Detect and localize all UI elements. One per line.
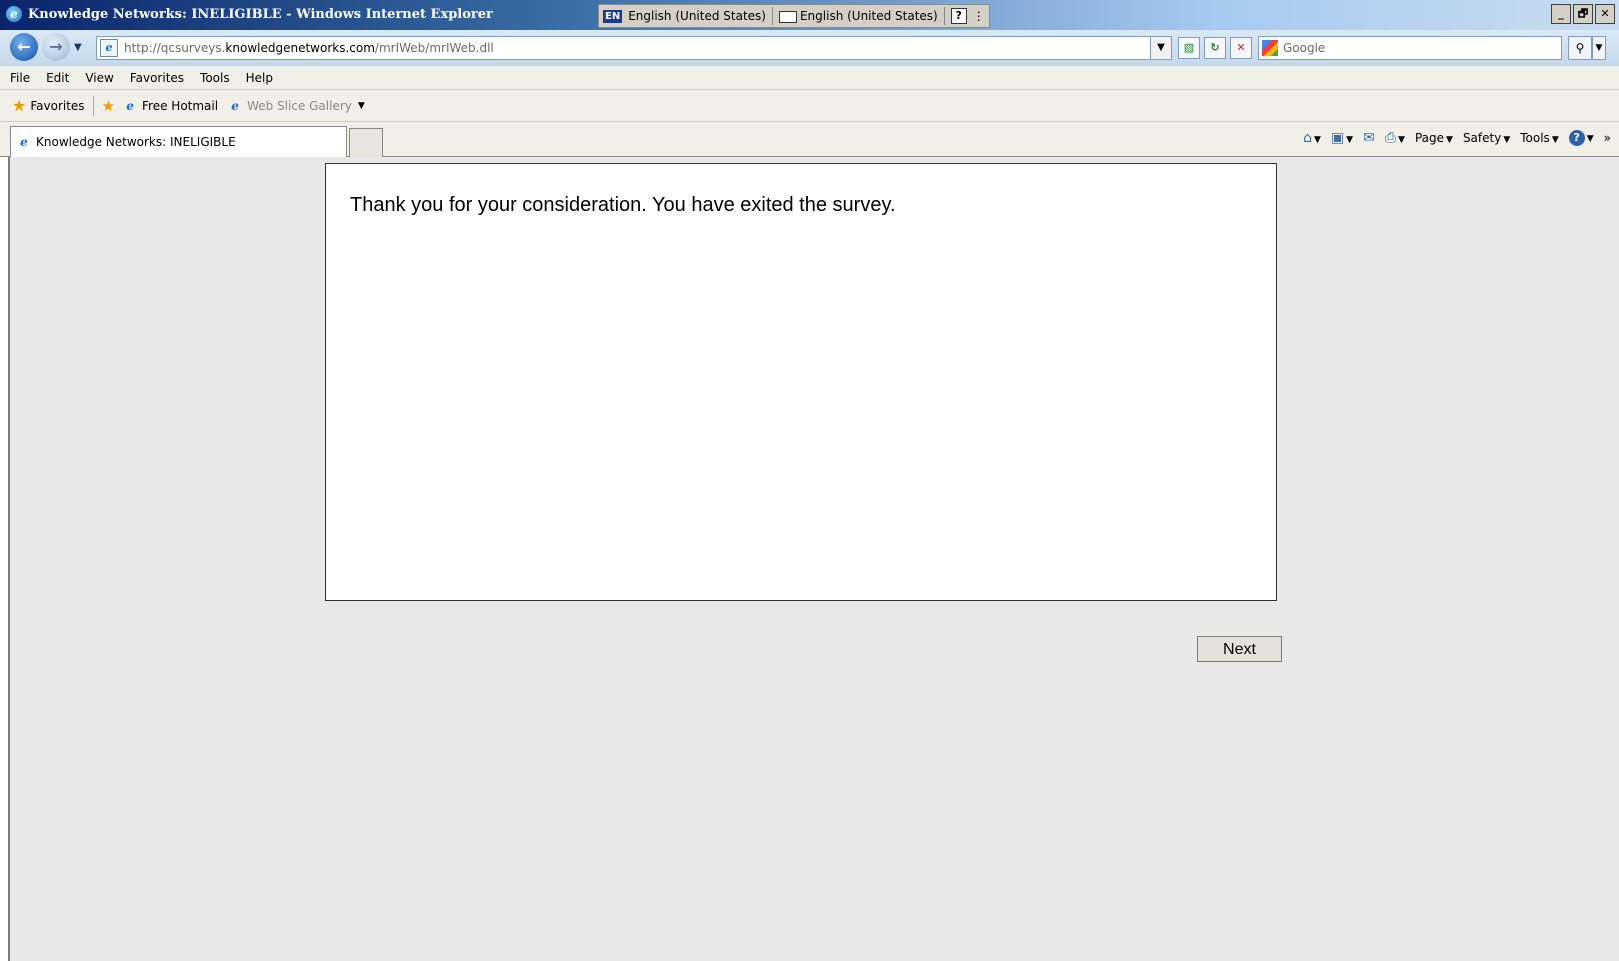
web-slice-ie-icon: e xyxy=(231,98,239,113)
feeds-button[interactable]: ▣ ▼ xyxy=(1331,130,1353,146)
favorites-button[interactable]: Favorites xyxy=(30,99,84,113)
favorite-link-hotmail[interactable]: Free Hotmail xyxy=(142,99,218,113)
window-title: Knowledge Networks: INELIGIBLE - Windows… xyxy=(28,6,493,22)
help-icon: ? xyxy=(1568,130,1585,146)
close-button[interactable]: ✕ xyxy=(1595,4,1615,24)
ie-logo-icon: e xyxy=(6,6,22,22)
minimize-button[interactable]: _ xyxy=(1551,4,1571,24)
tools-menu[interactable]: Tools ▼ xyxy=(1520,131,1558,145)
star-icon: ★ xyxy=(12,96,27,115)
menu-bar: File Edit View Favorites Tools Help xyxy=(0,66,1619,90)
menu-edit[interactable]: Edit xyxy=(46,71,69,85)
toolbar-overflow-button[interactable]: » xyxy=(1604,131,1611,145)
tab-knowledge-networks[interactable]: e Knowledge Networks: INELIGIBLE xyxy=(10,126,347,157)
search-input[interactable]: Google xyxy=(1258,36,1562,60)
survey-panel: Thank you for your consideration. You ha… xyxy=(325,163,1277,601)
menu-favorites[interactable]: Favorites xyxy=(130,71,184,85)
address-dropdown-icon[interactable]: ▼ xyxy=(1150,37,1171,59)
tab-title: Knowledge Networks: INELIGIBLE xyxy=(36,135,236,149)
language-label[interactable]: English (United States) xyxy=(628,9,766,23)
langbar-options-icon[interactable]: ⋮ xyxy=(973,9,985,23)
search-placeholder: Google xyxy=(1283,41,1326,55)
favorites-bar: ★ Favorites ★ e Free Hotmail e Web Slice… xyxy=(0,90,1619,122)
home-icon: ⌂ xyxy=(1303,130,1313,146)
page-menu[interactable]: Page ▼ xyxy=(1415,131,1453,145)
menu-tools[interactable]: Tools xyxy=(200,71,230,85)
language-bar[interactable]: EN English (United States) English (Unit… xyxy=(598,4,990,28)
language-badge[interactable]: EN xyxy=(603,9,623,23)
web-slice-chevron-down-icon[interactable]: ▼ xyxy=(358,101,365,111)
favorite-link-web-slice-gallery[interactable]: Web Slice Gallery xyxy=(247,99,352,113)
title-bar: e Knowledge Networks: INELIGIBLE - Windo… xyxy=(0,0,1619,30)
maximize-button[interactable]: 🗗 xyxy=(1573,4,1593,24)
forward-arrow-icon[interactable]: → xyxy=(42,33,70,61)
keyboard-layout[interactable]: English (United States) xyxy=(778,9,938,23)
google-icon xyxy=(1262,40,1278,56)
tab-row: e Knowledge Networks: INELIGIBLE ⌂ ▼ ▣ ▼ ✉… xyxy=(0,122,1619,157)
safety-menu[interactable]: Safety ▼ xyxy=(1463,131,1510,145)
langbar-help-icon[interactable]: ? xyxy=(950,8,967,24)
menu-file[interactable]: File xyxy=(10,71,30,85)
new-tab-button[interactable] xyxy=(349,128,383,157)
keyboard-icon xyxy=(778,10,797,23)
page-content: Thank you for your consideration. You ha… xyxy=(8,157,1619,961)
search-options-chevron-icon[interactable]: ▼ xyxy=(1592,36,1606,60)
compatibility-icon[interactable]: ▧ xyxy=(1178,37,1200,59)
home-button[interactable]: ⌂ ▼ xyxy=(1303,130,1321,146)
address-url[interactable]: http://qcsurveys.knowledgenetworks.com/m… xyxy=(124,41,494,55)
feed-icon: ▣ xyxy=(1330,130,1345,146)
menu-help[interactable]: Help xyxy=(246,71,273,85)
menu-view[interactable]: View xyxy=(85,71,113,85)
exit-message: Thank you for your consideration. You ha… xyxy=(350,194,896,216)
address-bar[interactable]: e http://qcsurveys.knowledgenetworks.com… xyxy=(96,36,1172,60)
next-button[interactable]: Next xyxy=(1197,636,1282,662)
navigation-bar: ← → ▼ e http://qcsurveys.knowledgenetwor… xyxy=(0,30,1619,67)
print-icon: ⎙ xyxy=(1384,130,1397,146)
hotmail-ie-icon: e xyxy=(126,98,134,113)
add-favorite-icon[interactable]: ★ xyxy=(102,97,115,115)
tab-ie-icon: e xyxy=(20,135,28,149)
back-arrow-icon[interactable]: ← xyxy=(10,33,38,61)
stop-icon[interactable]: ✕ xyxy=(1230,37,1252,59)
recent-pages-chevron-icon[interactable]: ▼ xyxy=(74,42,82,53)
help-menu[interactable]: ? ▼ xyxy=(1568,130,1594,146)
search-icon[interactable]: ⚲ xyxy=(1568,36,1592,60)
command-bar: ⌂ ▼ ▣ ▼ ✉ ⎙ ▼ Page ▼ Safety ▼ Tools ▼ ? ▼ » xyxy=(1303,130,1619,146)
print-button[interactable]: ⎙ ▼ xyxy=(1385,130,1405,146)
mail-icon[interactable]: ✉ xyxy=(1363,130,1375,146)
page-icon: e xyxy=(100,39,118,57)
refresh-icon[interactable]: ↻ xyxy=(1204,37,1226,59)
